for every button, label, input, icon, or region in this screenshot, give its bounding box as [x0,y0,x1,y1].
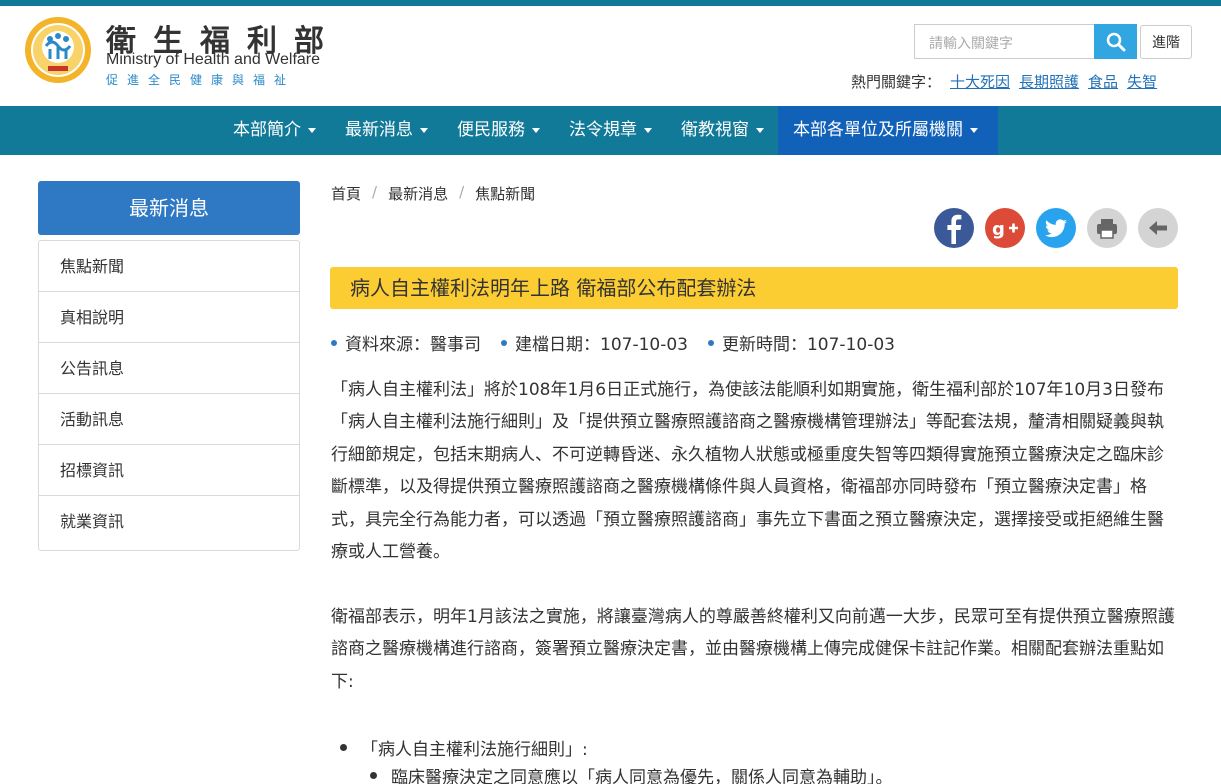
nav-item-label: 本部簡介 [233,120,301,140]
nav-item-label: 便民服務 [457,120,525,140]
bullet-dot [707,339,714,346]
top-accent-bar [0,0,1221,6]
search-button[interactable] [1094,24,1137,59]
site-slogan: 促進全民健康與福祉 [106,73,296,87]
bullet-dot [331,339,337,346]
nav-item-regulations[interactable]: 法令規章 [558,106,670,155]
sidebar-item-events[interactable]: 活動訊息 [39,394,299,445]
twitter-icon [1045,219,1067,238]
hot-keyword-link[interactable]: 長期照護 [1019,71,1079,92]
meta-created: 建檔日期：107-10-03 [501,330,688,355]
sidebar-item-jobs[interactable]: 就業資訊 [39,496,299,550]
nav-item-label: 最新消息 [345,120,413,140]
breadcrumb-news[interactable]: 最新消息 [388,183,448,204]
chevron-down-icon [308,127,316,133]
nav-item-health-education[interactable]: 衛教視窗 [670,106,782,155]
search-input[interactable]: 請輸入關鍵字 [914,24,1095,59]
meta-source-text: 資料來源：醫事司 [345,335,481,355]
sidebar-menu: 焦點新聞 真相說明 公告訊息 活動訊息 招標資訊 就業資訊 [38,240,300,551]
list-item: 「病人自主權利法施行細則」: [340,735,588,760]
twitter-share-button[interactable] [1036,208,1076,248]
sidebar-item-clarification[interactable]: 真相說明 [39,292,299,343]
breadcrumb-current[interactable]: 焦點新聞 [475,183,535,204]
nav-item-label: 本部各單位及所屬機關 [793,120,963,140]
facebook-icon [947,214,962,244]
sidebar-item-announcements[interactable]: 公告訊息 [39,343,299,394]
nav-item-label: 法令規章 [569,120,637,140]
nav-item-services[interactable]: 便民服務 [446,106,558,155]
nav-item-agencies[interactable]: 本部各單位及所屬機關 [778,106,998,155]
bullet-dot [340,744,347,751]
meta-updated-text: 更新時間：107-10-03 [721,335,895,355]
bullet-dot [370,772,377,779]
chevron-down-icon [420,127,428,133]
sidebar-item-tenders[interactable]: 招標資訊 [39,445,299,496]
list-item-text: 「病人自主權利法施行細則」: [361,740,588,760]
nav-item-about[interactable]: 本部簡介 [222,106,334,155]
list-item-text: 臨床醫療決定之同意應以「病人同意為優先，關係人同意為輔助」。 [391,768,893,784]
bullet-dot [501,339,507,346]
chevron-down-icon [756,127,764,133]
facebook-share-button[interactable] [934,208,974,248]
hot-keyword-link[interactable]: 食品 [1088,71,1118,92]
hot-keyword-link[interactable]: 十大死因 [950,71,1010,92]
article-meta: 資料來源：醫事司 建檔日期：107-10-03 更新時間：107-10-03 [331,330,915,355]
sidebar-heading[interactable]: 最新消息 [38,181,300,235]
nav-item-news[interactable]: 最新消息 [334,106,446,155]
google-plus-icon: g [992,219,1018,240]
breadcrumb-separator: / [372,183,378,201]
breadcrumb: 首頁 / 最新消息 / 焦點新聞 [331,183,535,204]
site-title-english[interactable]: Ministry of Health and Welfare [106,51,320,69]
breadcrumb-home[interactable]: 首頁 [331,183,361,204]
hot-keywords: 熱門關鍵字： 十大死因 長期照護 食品 失智 [851,71,1157,92]
chevron-down-icon [970,127,978,133]
sidebar-item-focus-news[interactable]: 焦點新聞 [39,241,299,292]
chevron-down-icon [644,127,652,133]
article-title: 病人自主權利法明年上路 衛福部公布配套辦法 [330,267,1178,309]
article-paragraph: 「病人自主權利法」將於108年1月6日正式施行，為使該法能順利如期實施，衛生福利… [331,380,1164,563]
search-icon [1106,32,1125,51]
hot-keyword-link[interactable]: 失智 [1127,71,1157,92]
google-plus-share-button[interactable]: g [985,208,1025,248]
back-button[interactable] [1138,208,1178,248]
svg-text:g: g [992,219,1005,240]
advanced-search-button[interactable]: 進階 [1140,25,1192,59]
main-nav: 本部簡介 最新消息 便民服務 法令規章 衛教視窗 本部各單位及所屬機關 [0,106,1221,155]
meta-updated: 更新時間：107-10-03 [707,330,895,355]
ministry-logo[interactable] [24,16,92,84]
back-icon [1149,221,1167,235]
hot-keywords-label: 熱門關鍵字： [851,73,942,91]
article-paragraph: 衛福部表示，明年1月該法之實施，將讓臺灣病人的尊嚴善終權利又向前邁一大步，民眾可… [331,607,1175,692]
nav-item-label: 衛教視窗 [681,120,749,140]
print-button[interactable] [1087,208,1127,248]
breadcrumb-separator: / [459,183,465,201]
list-item: 臨床醫療決定之同意應以「病人同意為優先，關係人同意為輔助」。 [370,763,893,784]
chevron-down-icon [532,127,540,133]
meta-source: 資料來源：醫事司 [331,330,481,355]
print-icon [1097,219,1117,239]
meta-created-text: 建檔日期：107-10-03 [515,335,688,355]
